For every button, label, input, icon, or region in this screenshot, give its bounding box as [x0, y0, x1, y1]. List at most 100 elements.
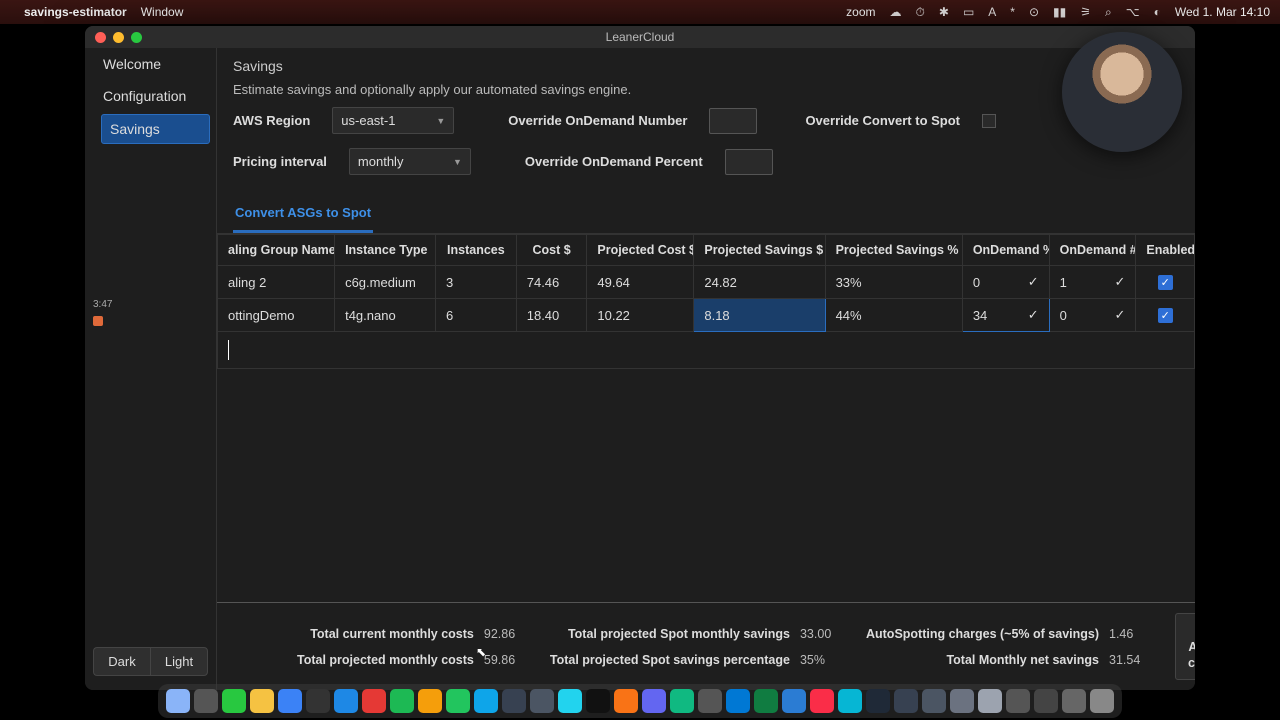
battery-icon[interactable]: ▮▮ [1053, 5, 1066, 19]
table-row[interactable]: aling 2 c6g.medium 3 74.46 49.64 24.82 3… [218, 266, 1195, 299]
th-odn[interactable]: OnDemand # [1049, 235, 1136, 266]
dock-app-appstore[interactable] [474, 689, 498, 713]
dock-app[interactable] [894, 689, 918, 713]
cell-cost[interactable]: 74.46 [516, 266, 587, 299]
cell-type[interactable]: c6g.medium [335, 266, 436, 299]
override-od-number-input[interactable] [709, 108, 757, 134]
th-type[interactable]: Instance Type [335, 235, 436, 266]
cell-odp[interactable]: 0✓ [962, 266, 1049, 299]
override-convert-checkbox[interactable] [982, 114, 996, 128]
dock-app-vscode[interactable] [334, 689, 358, 713]
menubar-app-name[interactable]: savings-estimator [24, 5, 127, 19]
dock-app-launchpad[interactable] [194, 689, 218, 713]
cell-enabled[interactable]: ✓ [1136, 266, 1195, 299]
window-titlebar[interactable]: LeanerCloud [85, 26, 1195, 48]
override-od-percent-input[interactable] [725, 149, 773, 175]
dock-app-excel[interactable] [754, 689, 778, 713]
cell-psavp[interactable]: 33% [825, 266, 962, 299]
dock-app[interactable] [558, 689, 582, 713]
menubar-window[interactable]: Window [141, 5, 184, 19]
dock-app-finder[interactable] [166, 689, 190, 713]
dock-app[interactable] [1034, 689, 1058, 713]
display-icon[interactable]: ▭ [963, 5, 974, 19]
sidebar-item-welcome[interactable]: Welcome [85, 48, 216, 80]
dock-app[interactable] [838, 689, 862, 713]
generate-config-button[interactable]: Generate AutoSpotting configuration [1175, 613, 1195, 680]
tab-convert-asgs[interactable]: Convert ASGs to Spot [233, 199, 373, 233]
dock-app-music[interactable] [810, 689, 834, 713]
dock-app[interactable] [1006, 689, 1030, 713]
region-select[interactable]: us-east-1 ▼ [332, 107, 454, 134]
wifi-icon[interactable]: ⚞ [1080, 5, 1091, 19]
th-psavp[interactable]: Projected Savings % [825, 235, 962, 266]
dock-app[interactable] [950, 689, 974, 713]
dock-app-mail[interactable] [278, 689, 302, 713]
dock-app[interactable] [1062, 689, 1086, 713]
cell-psav[interactable]: 8.18 [694, 299, 825, 332]
th-name[interactable]: aling Group Name [218, 235, 335, 266]
th-cost[interactable]: Cost $ [516, 235, 587, 266]
cell-pcost[interactable]: 49.64 [587, 266, 694, 299]
check-icon[interactable]: ✓ [1115, 274, 1126, 290]
sidebar-item-configuration[interactable]: Configuration [85, 80, 216, 112]
theme-dark-button[interactable]: Dark [93, 647, 150, 676]
cell-psavp[interactable]: 44% [825, 299, 962, 332]
cell-name[interactable]: aling 2 [218, 266, 335, 299]
check-icon[interactable]: ✓ [1115, 307, 1126, 323]
recording-dot-icon[interactable] [93, 316, 103, 326]
dock-app[interactable] [446, 689, 470, 713]
dock-app[interactable] [614, 689, 638, 713]
check-icon[interactable]: ✓ [1028, 307, 1039, 323]
table-row[interactable]: ottingDemo t4g.nano 6 18.40 10.22 8.18 4… [218, 299, 1195, 332]
th-psav[interactable]: Projected Savings $ [694, 235, 825, 266]
theme-light-button[interactable]: Light [150, 647, 208, 676]
timer-icon[interactable]: ⏱ [916, 5, 925, 20]
dock-app-trash[interactable] [1090, 689, 1114, 713]
cell-psav[interactable]: 24.82 [694, 266, 825, 299]
dock-app[interactable] [418, 689, 442, 713]
th-odp[interactable]: OnDemand % [962, 235, 1049, 266]
enabled-checkbox[interactable]: ✓ [1158, 308, 1173, 323]
dock-app-numbers[interactable] [222, 689, 246, 713]
search-icon[interactable]: ⌕ [1105, 5, 1112, 20]
dock-app[interactable] [530, 689, 554, 713]
dock-app-chrome[interactable] [250, 689, 274, 713]
letter-a-icon[interactable]: A [988, 5, 996, 19]
dock-app[interactable] [670, 689, 694, 713]
cell-odn[interactable]: 0✓ [1049, 299, 1136, 332]
dock-app-notion[interactable] [586, 689, 610, 713]
zoom-indicator[interactable]: zoom [846, 5, 875, 19]
cell-pcost[interactable]: 10.22 [587, 299, 694, 332]
dock-app-settings[interactable] [502, 689, 526, 713]
webcam-overlay[interactable] [1062, 32, 1182, 152]
sidebar-item-savings[interactable]: Savings [101, 114, 210, 144]
cell-type[interactable]: t4g.nano [335, 299, 436, 332]
cell-cost[interactable]: 18.40 [516, 299, 587, 332]
check-icon[interactable]: ✓ [1028, 274, 1039, 290]
cell-enabled[interactable]: ✓ [1136, 299, 1195, 332]
bluetooth-icon[interactable]: * [1010, 5, 1015, 19]
th-instances[interactable]: Instances [436, 235, 517, 266]
th-pcost[interactable]: Projected Cost $ [587, 235, 694, 266]
dock-app-zoom[interactable] [782, 689, 806, 713]
dock-app[interactable] [922, 689, 946, 713]
pricing-select[interactable]: monthly ▼ [349, 148, 471, 175]
enabled-checkbox[interactable]: ✓ [1158, 275, 1173, 290]
th-enabled[interactable]: Enabled [1136, 235, 1195, 266]
dock-app[interactable] [698, 689, 722, 713]
cell-instances[interactable]: 3 [436, 266, 517, 299]
record-icon[interactable]: ⊙ [1029, 5, 1039, 19]
cell-instances[interactable]: 6 [436, 299, 517, 332]
dock-app-spotify[interactable] [390, 689, 414, 713]
cloud-icon[interactable]: ☁ [890, 5, 902, 19]
cell-odp[interactable]: 34✓ [962, 299, 1049, 332]
dock-app[interactable] [362, 689, 386, 713]
cell-odn[interactable]: 1✓ [1049, 266, 1136, 299]
settings-icon[interactable]: ✱ [939, 5, 949, 19]
siri-icon[interactable]: ◐ [1154, 5, 1161, 19]
dock-app[interactable] [978, 689, 1002, 713]
menubar-datetime[interactable]: Wed 1. Mar 14:10 [1175, 5, 1270, 19]
dock-app-terminal[interactable] [866, 689, 890, 713]
cell-name[interactable]: ottingDemo [218, 299, 335, 332]
dock-app-word[interactable] [726, 689, 750, 713]
